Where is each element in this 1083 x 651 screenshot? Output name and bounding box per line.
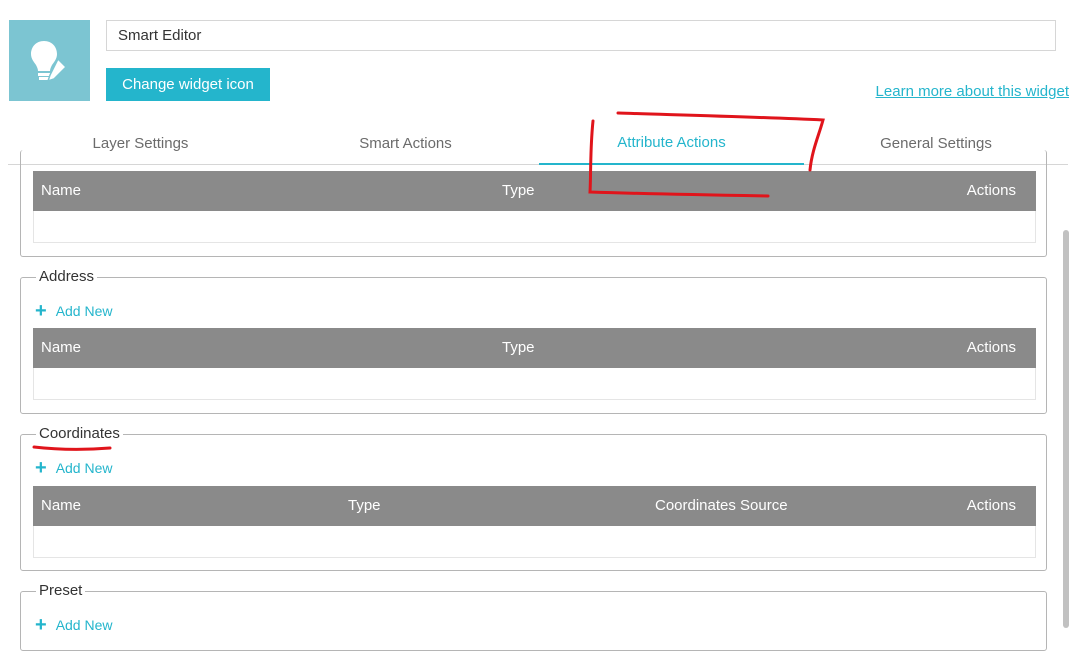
column-name[interactable]: Name: [41, 182, 81, 199]
address-legend: Address: [36, 268, 98, 286]
add-new-label: Add New: [55, 303, 113, 319]
add-new-label: Add New: [55, 460, 113, 476]
column-coordinates-source[interactable]: Coordinates Source: [655, 497, 788, 514]
preset-legend: Preset: [36, 582, 86, 600]
top-section: Name Type Actions: [20, 150, 1047, 257]
column-actions[interactable]: Actions: [967, 497, 1016, 514]
change-widget-icon-button[interactable]: Change widget icon: [106, 68, 270, 101]
scrollbar[interactable]: [1063, 230, 1069, 628]
add-new-label: Add New: [55, 617, 113, 633]
column-type[interactable]: Type: [502, 339, 535, 356]
preset-section: Preset + Add New: [20, 582, 1047, 651]
plus-icon: +: [35, 614, 47, 636]
column-actions[interactable]: Actions: [967, 182, 1016, 199]
grid-header: Name Type Actions: [33, 328, 1036, 368]
learn-more-link[interactable]: Learn more about this widget: [876, 83, 1069, 100]
top-grid: Name Type Actions: [33, 171, 1036, 243]
coordinates-section: Coordinates + Add New Name Type Coordina…: [20, 425, 1047, 571]
widget-name-input[interactable]: [106, 20, 1056, 51]
grid-body: [33, 368, 1036, 400]
grid-body: [33, 211, 1036, 243]
coordinates-grid: Name Type Coordinates Source Actions: [33, 486, 1036, 558]
column-name[interactable]: Name: [41, 497, 81, 514]
column-name[interactable]: Name: [41, 339, 81, 356]
preset-add-new-button[interactable]: + Add New: [35, 614, 113, 636]
column-actions[interactable]: Actions: [967, 339, 1016, 356]
address-add-new-button[interactable]: + Add New: [35, 300, 113, 322]
coordinates-legend: Coordinates: [36, 425, 123, 443]
column-type[interactable]: Type: [348, 497, 381, 514]
address-section: Address + Add New Name Type Actions: [20, 268, 1047, 414]
widget-icon: [9, 20, 90, 101]
coordinates-add-new-button[interactable]: + Add New: [35, 457, 113, 479]
address-grid: Name Type Actions: [33, 328, 1036, 400]
plus-icon: +: [35, 300, 47, 322]
grid-header: Name Type Actions: [33, 171, 1036, 211]
plus-icon: +: [35, 457, 47, 479]
grid-body: [33, 526, 1036, 558]
grid-header: Name Type Coordinates Source Actions: [33, 486, 1036, 526]
lightbulb-pencil-icon: [30, 40, 67, 82]
column-type[interactable]: Type: [502, 182, 535, 199]
